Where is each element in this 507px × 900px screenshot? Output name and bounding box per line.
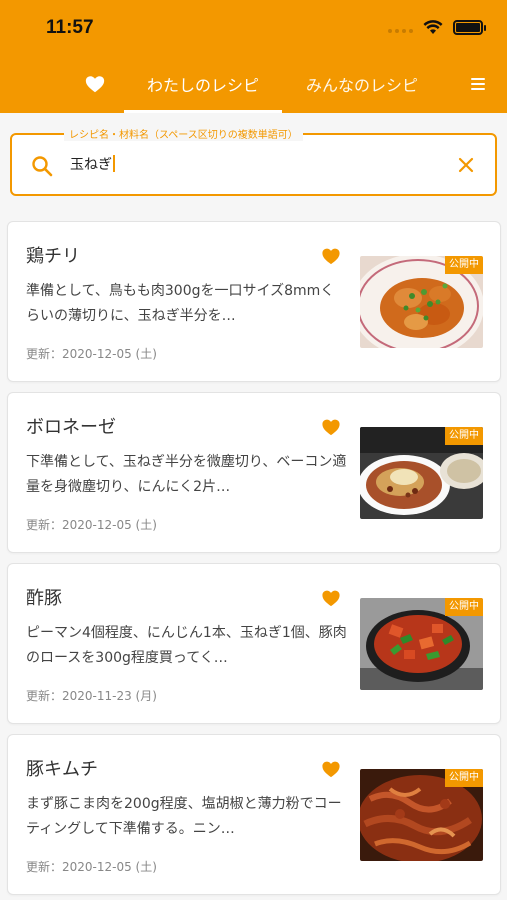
recipe-title: 豚キムチ (26, 759, 98, 780)
public-badge: 公開中 (445, 256, 483, 274)
recipe-updated-date: 更新：2020-12-05 (土) (26, 518, 157, 532)
recipe-updated-date: 更新：2020-11-23 (月) (26, 689, 157, 703)
tab-all-recipes[interactable]: みんなのレシピ (298, 72, 426, 96)
recipe-card[interactable]: 酢豚 ピーマン4個程度、にんじん1本、玉ねぎ1個、豚肉のロースを300g程度買っ… (7, 563, 501, 724)
heart-icon[interactable] (321, 760, 341, 778)
menu-icon[interactable] (471, 78, 485, 90)
recipe-card[interactable]: 豚キムチ まず豚こま肉を200g程度、塩胡椒と薄力粉でコーティングして下準備する… (7, 734, 501, 895)
recipe-title: ボロネーゼ (26, 417, 116, 438)
heart-icon[interactable] (321, 247, 341, 265)
signal-icon (388, 28, 413, 33)
search-icon (32, 156, 53, 177)
app-header: 11:57 わたしのレシピ みんなのレシピ (0, 0, 507, 113)
heart-icon[interactable] (321, 418, 341, 436)
text-caret (113, 155, 115, 172)
recipe-thumbnail[interactable]: 公開中 (360, 256, 483, 348)
tab-bar: わたしのレシピ みんなのレシピ (0, 60, 507, 113)
search-box[interactable]: レシピ名・材料名（スペース区切りの複数単語可） 玉ねぎ (10, 126, 497, 196)
favorites-heart-icon[interactable] (84, 73, 106, 95)
recipe-description: ピーマン4個程度、にんじん1本、玉ねぎ1個、豚肉のロースを300g程度買ってく… (26, 625, 347, 666)
search-input[interactable]: 玉ねぎ (70, 154, 430, 174)
clear-icon[interactable] (457, 156, 475, 174)
recipe-card[interactable]: ボロネーゼ 下準備として、玉ねぎ半分を微塵切り、ベーコン適量を身微塵切り、にんに… (7, 392, 501, 553)
heart-icon[interactable] (321, 589, 341, 607)
recipe-thumbnail[interactable]: 公開中 (360, 769, 483, 861)
public-badge: 公開中 (445, 598, 483, 616)
public-badge: 公開中 (445, 427, 483, 445)
recipe-description: まず豚こま肉を200g程度、塩胡椒と薄力粉でコーティングして下準備する。ニン… (26, 796, 342, 837)
battery-icon (453, 20, 486, 35)
tab-my-recipes[interactable]: わたしのレシピ (124, 72, 282, 96)
recipe-description: 準備として、鳥もも肉300gを一口サイズ8mmくらいの薄切りに、玉ねぎ半分を… (26, 283, 335, 324)
wifi-icon (423, 20, 443, 34)
recipe-thumbnail[interactable]: 公開中 (360, 427, 483, 519)
recipe-thumbnail[interactable]: 公開中 (360, 598, 483, 690)
search-label: レシピ名・材料名（スペース区切りの複数単語可） (64, 126, 303, 141)
recipe-updated-date: 更新：2020-12-05 (土) (26, 347, 157, 361)
public-badge: 公開中 (445, 769, 483, 787)
status-icons (388, 20, 486, 35)
active-tab-indicator (124, 110, 282, 113)
recipe-card[interactable]: 鶏チリ 準備として、鳥もも肉300gを一口サイズ8mmくらいの薄切りに、玉ねぎ半… (7, 221, 501, 382)
recipe-updated-date: 更新：2020-12-05 (土) (26, 860, 157, 874)
recipe-description: 下準備として、玉ねぎ半分を微塵切り、ベーコン適量を身微塵切り、にんにく2片… (26, 454, 347, 495)
recipe-title: 酢豚 (26, 588, 62, 609)
recipe-title: 鶏チリ (26, 246, 80, 267)
status-time: 11:57 (46, 17, 94, 38)
